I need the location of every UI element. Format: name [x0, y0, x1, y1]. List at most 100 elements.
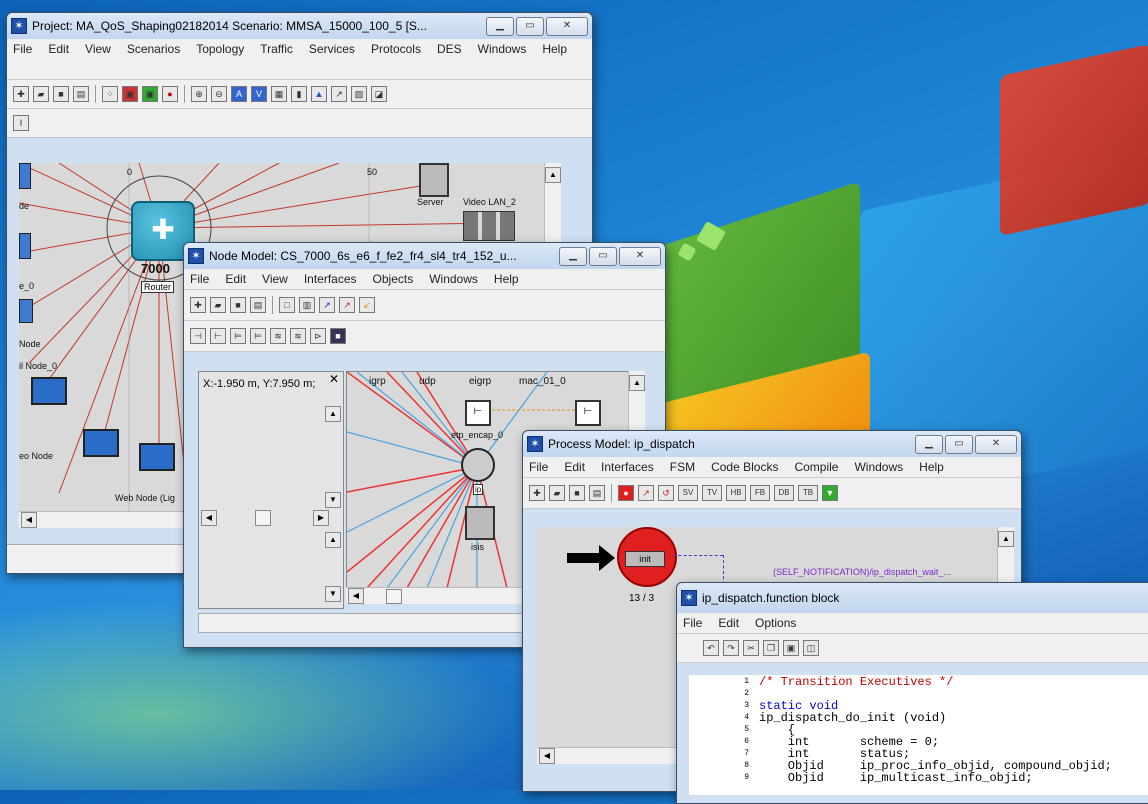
ace-icon[interactable]: A	[231, 86, 247, 102]
print-icon[interactable]: ▤	[250, 297, 266, 313]
menu-view[interactable]: View	[83, 41, 113, 77]
scroll-left-button[interactable]: ◀	[21, 512, 37, 528]
bus-receiver-icon[interactable]: ≋	[270, 328, 286, 344]
menu-edit[interactable]: Edit	[562, 459, 587, 475]
termination-block-button[interactable]: TB	[798, 485, 818, 501]
scroll-down-button[interactable]: ▼	[325, 492, 341, 508]
menu-view[interactable]: View	[260, 271, 290, 287]
lan-icon[interactable]	[463, 211, 515, 241]
zoom-out-icon[interactable]: ⊖	[211, 86, 227, 102]
scroll-up-button[interactable]: ▲	[545, 167, 561, 183]
compile-icon[interactable]: ▼	[822, 485, 838, 501]
menu-objects[interactable]: Objects	[371, 271, 416, 287]
function-block-button[interactable]: FB	[750, 485, 770, 501]
packet-stream-icon[interactable]: ↗	[319, 297, 335, 313]
workstation-icon[interactable]	[139, 443, 175, 471]
menu-help[interactable]: Help	[917, 459, 946, 475]
scroll-up-button[interactable]: ▲	[629, 375, 645, 391]
menu-des[interactable]: DES	[435, 41, 464, 77]
run-simulation-icon[interactable]: ▮	[291, 86, 307, 102]
antenna-icon[interactable]: ⊳	[310, 328, 326, 344]
flow-analysis-icon[interactable]: ▧	[351, 86, 367, 102]
create-transition-icon[interactable]: ↗	[638, 485, 654, 501]
scroll-up-button[interactable]: ▲	[325, 532, 341, 548]
node-icon[interactable]	[19, 163, 31, 189]
copy-icon[interactable]: ❐	[763, 640, 779, 656]
save-icon[interactable]: ■	[53, 86, 69, 102]
menu-windows[interactable]: Windows	[427, 271, 480, 287]
undo-icon[interactable]: ↶	[703, 640, 719, 656]
menu-windows[interactable]: Windows	[476, 41, 529, 77]
project-titlebar[interactable]: ✶ Project: MA_QoS_Shaping02182014 Scenar…	[7, 13, 592, 39]
open-folder-icon[interactable]: ▰	[210, 297, 226, 313]
chart-icon[interactable]: ◪	[371, 86, 387, 102]
scroll-right-button[interactable]: ▶	[313, 510, 329, 526]
check-links-icon[interactable]: ●	[162, 86, 178, 102]
isis-module[interactable]	[465, 506, 495, 540]
menu-scenarios[interactable]: Scenarios	[125, 41, 182, 77]
scroll-left-button[interactable]: ◀	[201, 510, 217, 526]
menu-compile[interactable]: Compile	[792, 459, 840, 475]
module-icon[interactable]: ■	[330, 328, 346, 344]
redo-icon[interactable]: ↷	[723, 640, 739, 656]
temp-variables-button[interactable]: TV	[702, 485, 722, 501]
horizontal-scrollbar[interactable]: ◀	[537, 747, 697, 764]
maximize-button[interactable]: ▭	[516, 16, 544, 36]
close-button[interactable]: ✕	[975, 434, 1017, 454]
module-box[interactable]: ⊢	[465, 400, 491, 426]
vne-icon[interactable]: V	[251, 86, 267, 102]
scroll-down-button[interactable]: ▼	[325, 586, 341, 602]
print-icon[interactable]: ▤	[589, 485, 605, 501]
scroll-left-button[interactable]: ◀	[348, 588, 364, 604]
header-block-button[interactable]: HB	[726, 485, 746, 501]
pt-pt-receiver-icon[interactable]: ⊨	[230, 328, 246, 344]
create-self-transition-icon[interactable]: ↺	[658, 485, 674, 501]
menu-traffic[interactable]: Traffic	[258, 41, 295, 77]
stat-wire-icon[interactable]: ↗	[339, 297, 355, 313]
minimize-button[interactable]: ▁	[915, 434, 943, 454]
menu-edit[interactable]: Edit	[223, 271, 248, 287]
minimize-button[interactable]: ▁	[559, 246, 587, 266]
workstation-icon[interactable]	[31, 377, 67, 405]
close-button[interactable]: ✕	[546, 16, 588, 36]
transmitter-icon[interactable]: ⊢	[210, 328, 226, 344]
menu-interfaces[interactable]: Interfaces	[599, 459, 656, 475]
maximize-button[interactable]: ▭	[945, 434, 973, 454]
bus-transmitter-icon[interactable]: ≋	[290, 328, 306, 344]
find-icon[interactable]: ◫	[803, 640, 819, 656]
print-icon[interactable]: ▤	[73, 86, 89, 102]
pt-pt-transmitter-icon[interactable]: ⊨	[250, 328, 266, 344]
create-state-icon[interactable]: ●	[618, 485, 634, 501]
fail-node-icon[interactable]: ▣	[122, 86, 138, 102]
server-icon[interactable]	[419, 163, 449, 197]
menu-file[interactable]: File	[681, 615, 704, 631]
open-folder-icon[interactable]: ▰	[33, 86, 49, 102]
open-folder-icon[interactable]: ▰	[549, 485, 565, 501]
configure-run-icon[interactable]: ▦	[271, 86, 287, 102]
scroll-up-button[interactable]: ▲	[998, 531, 1014, 547]
object-palette-icon[interactable]: ⁘	[102, 86, 118, 102]
menu-edit[interactable]: Edit	[716, 615, 741, 631]
minimize-button[interactable]: ▁	[486, 16, 514, 36]
ip-module[interactable]	[461, 448, 495, 482]
menu-options[interactable]: Options	[753, 615, 798, 631]
scroll-up-button[interactable]: ▲	[325, 406, 341, 422]
process-titlebar[interactable]: ✶ Process Model: ip_dispatch ▁ ▭ ✕	[523, 431, 1021, 457]
node-icon[interactable]	[19, 233, 31, 259]
state-variables-button[interactable]: SV	[678, 485, 698, 501]
module-box[interactable]: ⊢	[575, 400, 601, 426]
new-icon[interactable]: ✚	[190, 297, 206, 313]
menu-services[interactable]: Services	[307, 41, 357, 77]
menu-topology[interactable]: Topology	[194, 41, 246, 77]
menu-interfaces[interactable]: Interfaces	[302, 271, 359, 287]
node-titlebar[interactable]: ✶ Node Model: CS_7000_6s_e6_f_fe2_fr4_sl…	[184, 243, 665, 269]
function-titlebar[interactable]: ✶ ip_dispatch.function block	[677, 583, 1148, 613]
close-button[interactable]: ✕	[619, 246, 661, 266]
paste-icon[interactable]: ▣	[783, 640, 799, 656]
info-icon[interactable]: I	[13, 115, 29, 131]
cut-icon[interactable]: ✂	[743, 640, 759, 656]
maximize-button[interactable]: ▭	[589, 246, 617, 266]
menu-help[interactable]: Help	[492, 271, 521, 287]
diagnostic-block-button[interactable]: DB	[774, 485, 794, 501]
menu-file[interactable]: File	[188, 271, 211, 287]
